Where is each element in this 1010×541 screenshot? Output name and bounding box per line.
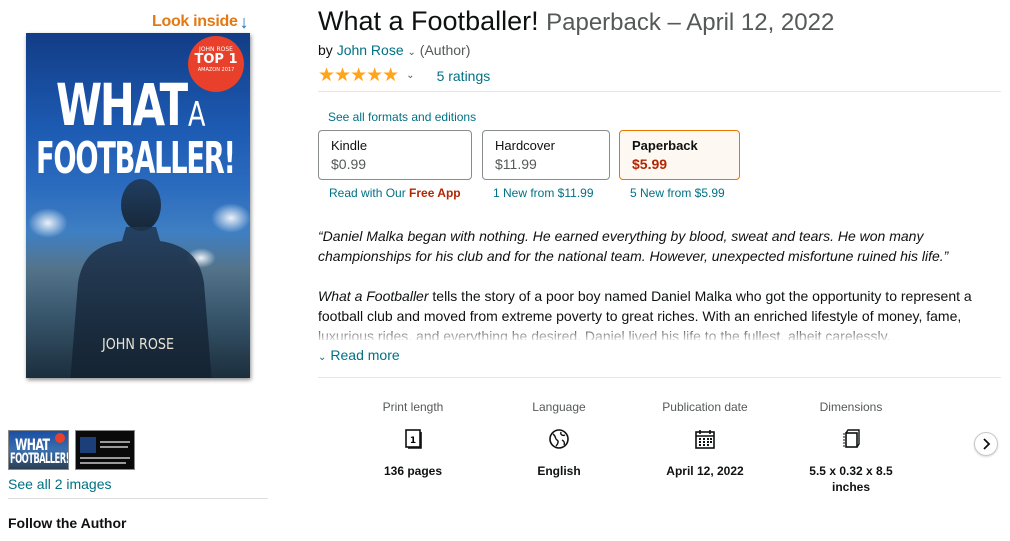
- divider: [318, 91, 1001, 92]
- text-line: [80, 462, 126, 464]
- hardcover-offers-link[interactable]: 1 New from $11.99: [493, 186, 594, 200]
- read-more-label: Read more: [330, 347, 400, 363]
- detail-print-length: Print length 1 136 pages: [353, 400, 473, 479]
- divider: [8, 498, 268, 499]
- cover-title-footballer: FOOTBALLER!: [36, 133, 236, 184]
- cover-author: JOHN ROSE: [101, 335, 175, 353]
- stadium-light: [28, 208, 68, 238]
- globe-icon: [549, 429, 569, 449]
- text-line: [100, 446, 128, 448]
- free-app-prefix: Read with Our: [329, 186, 410, 200]
- thumbnail-front-cover[interactable]: WHAT FOOTBALLER!: [8, 430, 69, 470]
- kindle-free-app-link[interactable]: Read with Our Free App: [329, 186, 461, 200]
- carousel-next-button[interactable]: [974, 432, 998, 456]
- chevron-down-icon[interactable]: ⌄: [408, 47, 416, 58]
- description-book-title: What a Footballer: [318, 288, 429, 304]
- cover-title-a: A: [188, 95, 206, 135]
- chevron-down-icon[interactable]: ⌄: [406, 70, 414, 81]
- ratings-count-link[interactable]: 5 ratings: [437, 68, 491, 84]
- detail-language: Language English: [499, 400, 619, 479]
- svg-text:1: 1: [410, 436, 416, 446]
- read-more-link[interactable]: ⌄ Read more: [318, 347, 400, 363]
- see-all-images-link[interactable]: See all 2 images: [8, 476, 112, 492]
- down-arrow-icon: ↓: [239, 12, 249, 32]
- thumbnail-title: FOOTBALLER!: [10, 451, 69, 467]
- by-label: by: [318, 42, 333, 58]
- detail-value: 5.5 x 0.32 x 8.5 inches: [809, 464, 893, 494]
- calendar-icon: [695, 430, 715, 449]
- format-hardcover-button[interactable]: Hardcover $11.99: [482, 130, 610, 180]
- see-all-formats-link[interactable]: See all formats and editions: [328, 110, 476, 124]
- detail-label: Dimensions: [819, 400, 883, 414]
- cover-title-what: WHAT: [56, 71, 188, 139]
- follow-author-heading: Follow the Author: [8, 515, 127, 531]
- star-rating-icon[interactable]: ★★★★★: [318, 64, 399, 87]
- badge-line: TOP 1: [194, 52, 238, 67]
- format-name: Paperback: [632, 138, 698, 153]
- book-cover-image[interactable]: JOHN ROSE TOP 1 AMAZON 2017 WHAT A FOOTB…: [26, 33, 250, 378]
- description-quote: “Daniel Malka began with nothing. He ear…: [318, 228, 949, 264]
- look-inside-button[interactable]: Look inside ↓: [152, 12, 249, 32]
- free-app-bold: Free App: [409, 186, 461, 200]
- thumbnail-badge: [55, 433, 65, 443]
- detail-value: English: [537, 464, 581, 478]
- byline: by John Rose ⌄ (Author): [318, 42, 470, 58]
- stadium-light: [211, 203, 250, 233]
- format-name: Kindle: [331, 138, 368, 153]
- chevron-right-icon: [983, 438, 991, 450]
- format-price: $0.99: [331, 156, 367, 172]
- format-kindle-button[interactable]: Kindle $0.99: [318, 130, 472, 180]
- format-price: $11.99: [495, 156, 537, 172]
- detail-label: Print length: [382, 400, 444, 414]
- detail-dimensions: Dimensions 5.5 x 0.32 x 8.5 inches: [791, 400, 911, 495]
- format-name: Hardcover: [495, 138, 555, 153]
- divider: [318, 377, 1001, 378]
- bestseller-badge: JOHN ROSE TOP 1 AMAZON 2017: [188, 36, 244, 92]
- chevron-down-icon: ⌄: [318, 352, 327, 363]
- look-inside-label: Look inside: [152, 13, 238, 30]
- thumbnail-mini-cover: [80, 437, 96, 453]
- detail-label: Language: [532, 400, 586, 414]
- text-line: [80, 457, 130, 459]
- paperback-offers-link[interactable]: 5 New from $5.99: [630, 186, 725, 200]
- format-and-date: Paperback – April 12, 2022: [546, 9, 835, 36]
- detail-value: 136 pages: [383, 464, 443, 478]
- thumbnail-back-cover[interactable]: [75, 430, 135, 470]
- format-paperback-button[interactable]: Paperback $5.99: [619, 130, 740, 180]
- format-price: $5.99: [632, 156, 668, 172]
- page-count-icon: 1: [405, 429, 422, 449]
- text-line: [100, 441, 130, 443]
- detail-label: Publication date: [662, 400, 748, 414]
- book-title: What a Footballer!: [318, 6, 539, 36]
- description-fade: [318, 326, 1002, 342]
- badge-line: AMAZON 2017: [197, 67, 235, 73]
- author-link[interactable]: John Rose: [337, 42, 404, 58]
- product-title: What a Footballer! Paperback – April 12,…: [318, 6, 834, 37]
- detail-publication-date: Publication date April 12, 2022: [645, 400, 765, 479]
- rating-row: ★★★★★ ⌄ 5 ratings: [318, 64, 490, 87]
- author-role: (Author): [419, 42, 471, 58]
- dimensions-icon: [843, 429, 860, 448]
- detail-value: April 12, 2022: [666, 464, 744, 478]
